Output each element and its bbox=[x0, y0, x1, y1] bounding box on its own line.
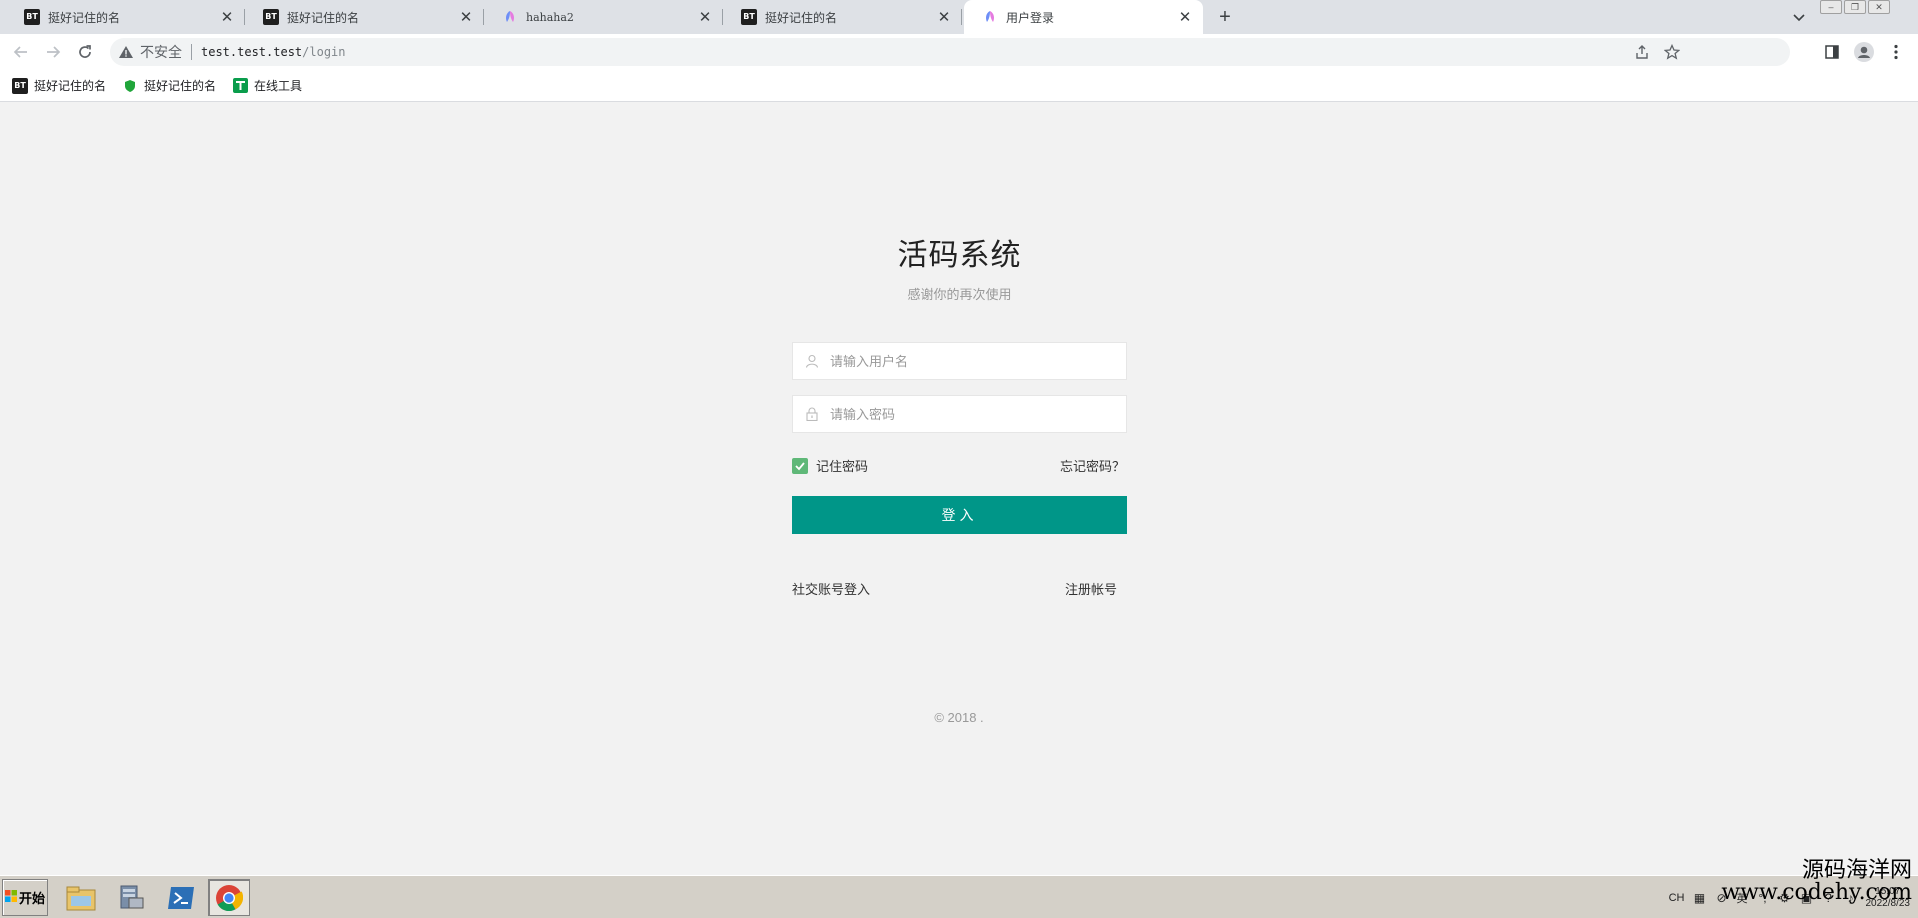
bookmark-label: 在线工具 bbox=[254, 79, 303, 93]
watermark: 源码海洋网 www.codehy.com bbox=[1721, 860, 1912, 904]
tab-bt-panel-1[interactable]: BT 挺好记住的名 ✕ bbox=[6, 0, 245, 34]
window-close-icon[interactable]: ✕ bbox=[1868, 0, 1890, 14]
bt-panel-icon: BT bbox=[263, 9, 279, 25]
tab-bt-panel-3[interactable]: BT 挺好记住的名 ✕ bbox=[723, 0, 962, 34]
remember-password[interactable]: 记住密码 bbox=[792, 456, 868, 475]
back-arrow-icon[interactable] bbox=[10, 41, 32, 63]
tab-title: 用户登录 bbox=[1006, 10, 1055, 25]
bookmark-label: 挺好记住的名 bbox=[34, 79, 107, 93]
close-icon[interactable]: ✕ bbox=[1177, 9, 1193, 26]
reload-icon[interactable] bbox=[74, 41, 96, 63]
app-logo-icon bbox=[502, 9, 518, 25]
side-panel-icon[interactable] bbox=[1822, 42, 1842, 62]
social-login-link[interactable]: 社交账号登入 bbox=[792, 579, 870, 598]
warning-icon[interactable] bbox=[118, 44, 134, 60]
tab-bt-panel-2[interactable]: BT 挺好记住的名 ✕ bbox=[245, 0, 484, 34]
url-text[interactable]: test.test.test/login bbox=[201, 45, 346, 59]
powershell-icon[interactable] bbox=[160, 879, 202, 916]
copyright: © 2018 . bbox=[934, 710, 984, 725]
browser-toolbar: 不安全 test.test.test/login bbox=[0, 34, 1918, 70]
tab-hahaha2[interactable]: hahaha2 ✕ bbox=[484, 0, 723, 34]
page-title: 活码系统 bbox=[897, 238, 1022, 273]
new-tab-button[interactable]: + bbox=[1214, 6, 1236, 28]
profile-avatar-icon[interactable] bbox=[1854, 42, 1874, 62]
bookmark-item[interactable]: 挺好记住的名 bbox=[122, 77, 216, 94]
forward-arrow-icon[interactable] bbox=[42, 41, 64, 63]
shield-icon bbox=[122, 78, 138, 94]
bookmark-star-icon[interactable] bbox=[1663, 43, 1681, 63]
url-path: /login bbox=[302, 45, 346, 59]
close-icon[interactable]: ✕ bbox=[697, 9, 713, 26]
url-host: test.test.test bbox=[201, 45, 303, 59]
remember-label: 记住密码 bbox=[816, 459, 869, 474]
server-manager-icon[interactable] bbox=[110, 879, 152, 916]
start-label: 开始 bbox=[18, 891, 45, 906]
tab-divider bbox=[961, 9, 962, 25]
username-input[interactable] bbox=[830, 353, 1110, 369]
start-button[interactable]: 开始 bbox=[2, 879, 48, 916]
login-panel: 活码系统 感谢你的再次使用 记住密码 忘记密码？ 登入 社交账号登入 注册帐号 bbox=[792, 230, 1127, 597]
watermark-url: www.codehy.com bbox=[1721, 880, 1912, 905]
bt-panel-icon: BT bbox=[12, 77, 28, 94]
tab-user-login[interactable]: 用户登录 ✕ bbox=[964, 0, 1203, 34]
chrome-icon[interactable] bbox=[208, 879, 250, 916]
login-button[interactable]: 登入 bbox=[792, 496, 1127, 534]
omnibox-divider bbox=[191, 44, 192, 60]
share-icon[interactable] bbox=[1634, 44, 1650, 63]
user-icon bbox=[804, 353, 820, 369]
windows-logo-icon bbox=[4, 890, 17, 905]
bookmark-item[interactable]: BT 挺好记住的名 bbox=[12, 77, 106, 94]
file-explorer-icon[interactable] bbox=[60, 879, 102, 916]
tab-title: 挺好记住的名 bbox=[48, 10, 121, 25]
restore-icon[interactable]: ❐ bbox=[1844, 0, 1866, 14]
password-field[interactable] bbox=[792, 395, 1127, 433]
username-field[interactable] bbox=[792, 342, 1127, 380]
watermark-title: 源码海洋网 bbox=[1801, 858, 1912, 883]
omnibox-actions bbox=[1634, 43, 1681, 63]
register-link[interactable]: 注册帐号 bbox=[1065, 579, 1117, 598]
tab-strip: BT 挺好记住的名 ✕ BT 挺好记住的名 ✕ hahaha2 ✕ BT 挺好记… bbox=[0, 0, 1918, 34]
lock-icon bbox=[804, 406, 820, 422]
address-bar[interactable]: 不安全 test.test.test/login bbox=[110, 38, 1790, 66]
tab-title: hahaha2 bbox=[526, 10, 574, 24]
forgot-password-link[interactable]: 忘记密码？ bbox=[1060, 456, 1125, 475]
taskbar: 开始 CH ▦ ⊘ 英 °, ⚙ ▣ ? ♪ 15:07 2022/8/23 bbox=[0, 875, 1918, 918]
bookmark-item[interactable]: 在线工具 bbox=[232, 77, 302, 94]
window-controls: – ❐ ✕ bbox=[1820, 0, 1890, 16]
remember-checkbox[interactable] bbox=[792, 457, 808, 474]
not-secure-label[interactable]: 不安全 bbox=[140, 42, 182, 62]
close-icon[interactable]: ✕ bbox=[219, 9, 235, 26]
page-subtitle: 感谢你的再次使用 bbox=[907, 287, 1012, 302]
bookmark-label: 挺好记住的名 bbox=[144, 79, 217, 93]
language-indicator[interactable]: CH bbox=[1669, 892, 1685, 904]
password-input[interactable] bbox=[830, 406, 1110, 422]
bt-panel-icon: BT bbox=[741, 9, 757, 25]
keyboard-icon[interactable]: ▦ bbox=[1693, 891, 1707, 905]
close-icon[interactable]: ✕ bbox=[936, 9, 952, 26]
tab-title: 挺好记住的名 bbox=[765, 10, 838, 25]
bookmarks-bar: BT 挺好记住的名 挺好记住的名 在线工具 bbox=[0, 70, 1918, 102]
close-icon[interactable]: ✕ bbox=[458, 9, 474, 26]
tab-title: 挺好记住的名 bbox=[287, 10, 360, 25]
bt-panel-icon: BT bbox=[24, 9, 40, 25]
tab-search-chevron-icon[interactable] bbox=[1790, 8, 1808, 26]
minimize-icon[interactable]: – bbox=[1820, 0, 1842, 14]
app-logo-icon bbox=[982, 9, 998, 25]
tools-icon bbox=[232, 78, 248, 94]
menu-kebab-icon[interactable] bbox=[1886, 42, 1906, 62]
